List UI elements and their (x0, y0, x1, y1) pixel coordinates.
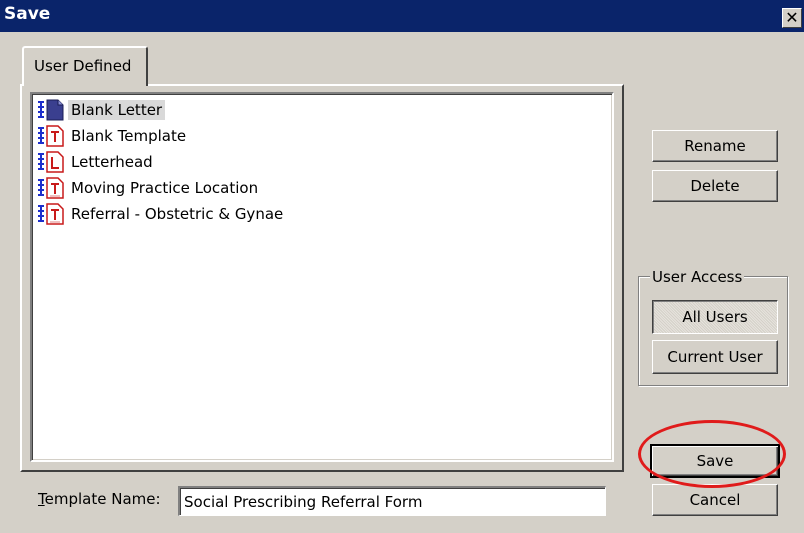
list-item-label: Letterhead (71, 153, 153, 171)
list-item-label: Blank Letter (68, 100, 166, 120)
template-list[interactable]: Blank Letter Blank Template Letterhead M… (30, 92, 614, 462)
tab-user-defined[interactable]: User Defined (22, 46, 148, 86)
list-item[interactable]: Blank Template (36, 124, 189, 148)
blank-document-icon (38, 99, 64, 121)
tab-label: User Defined (34, 57, 132, 75)
template-document-icon (38, 177, 64, 199)
cancel-button[interactable]: Cancel (652, 484, 778, 516)
title-bar[interactable]: Save ✕ (0, 0, 804, 32)
template-document-icon (38, 203, 64, 225)
save-dialog: Save ✕ User Defined Blank Letter Blank T… (0, 0, 804, 533)
template-name-label: Template Name: (38, 490, 161, 508)
template-name-input[interactable] (178, 486, 606, 516)
list-item-label: Moving Practice Location (71, 179, 259, 197)
template-name-label-accelerator: T (38, 490, 45, 508)
template-document-icon (38, 125, 64, 147)
template-name-label-text: emplate Name: (44, 490, 161, 508)
close-icon: ✕ (785, 8, 799, 27)
save-button[interactable]: Save (650, 444, 780, 478)
list-item-label: Referral - Obstetric & Gynae (71, 205, 284, 223)
delete-button[interactable]: Delete (652, 170, 778, 202)
list-item[interactable]: Moving Practice Location (36, 176, 261, 200)
letterhead-document-icon (38, 151, 64, 173)
current-user-toggle[interactable]: Current User (652, 340, 778, 374)
rename-button[interactable]: Rename (652, 130, 778, 162)
user-access-label: User Access (650, 268, 745, 286)
list-item-label: Blank Template (71, 127, 187, 145)
list-item[interactable]: Letterhead (36, 150, 156, 174)
all-users-toggle[interactable]: All Users (652, 300, 778, 334)
list-item[interactable]: Blank Letter (36, 98, 166, 122)
window-title: Save (4, 4, 51, 24)
list-item[interactable]: Referral - Obstetric & Gynae (36, 202, 286, 226)
close-button[interactable]: ✕ (782, 8, 802, 28)
